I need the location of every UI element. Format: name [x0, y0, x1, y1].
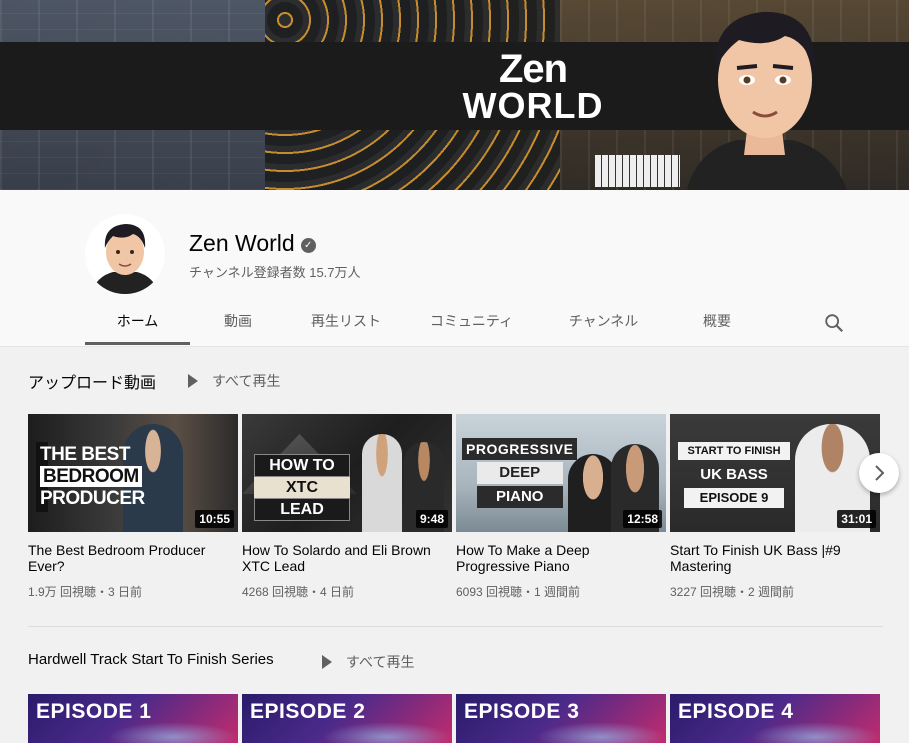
episode-thumbnail[interactable]: EPISODE 3 — [456, 694, 666, 743]
video-card[interactable]: PROGRESSIVE DEEP PIANO 12:58 How To Make… — [456, 414, 666, 600]
play-icon — [322, 655, 332, 669]
play-all-label: すべて再生 — [346, 654, 415, 670]
search-icon[interactable] — [823, 312, 845, 334]
video-duration: 9:48 — [415, 510, 448, 528]
video-thumbnail[interactable]: THE BEST BEDROOM PRODUCER 10:55 — [28, 414, 238, 532]
piano-keys-graphic — [595, 155, 680, 187]
video-meta: 6093 回視聴・1 週間前 — [456, 585, 581, 599]
channel-tabs: ホーム 動画 再生リスト コミュニティ チャンネル 概要 — [85, 298, 764, 346]
channel-name: Zen World ✓ — [189, 230, 316, 257]
channel-avatar[interactable] — [85, 214, 165, 294]
video-duration: 31:01 — [837, 510, 876, 528]
section-divider — [28, 626, 883, 627]
video-title[interactable]: How To Make a Deep Progressive Piano — [456, 542, 666, 574]
thumbnail-text: START TO FINISH UK BASS EPISODE 9 — [678, 442, 790, 508]
video-card[interactable]: HOW TO XTC LEAD 9:48 How To Solardo and … — [242, 414, 452, 600]
episode-label: EPISODE 2 — [250, 700, 366, 723]
channel-header: Zen World ✓ チャンネル登録者数 15.7万人 ホーム 動画 再生リスト… — [0, 190, 909, 346]
video-thumbnail[interactable]: PROGRESSIVE DEEP PIANO 12:58 — [456, 414, 666, 532]
video-meta: 4268 回視聴・4 日前 — [242, 585, 355, 599]
video-meta: 1.9万 回視聴・3 日前 — [28, 585, 143, 599]
video-title[interactable]: Start To Finish UK Bass |#9 Mastering — [670, 542, 880, 574]
thumbnail-glow — [536, 722, 666, 743]
video-meta: 3227 回視聴・2 週間前 — [670, 585, 795, 599]
tab-about[interactable]: 概要 — [670, 298, 764, 346]
video-card[interactable]: START TO FINISH UK BASS EPISODE 9 31:01 … — [670, 414, 880, 600]
play-all-label: すべて再生 — [212, 373, 281, 389]
avatar-illustration-icon — [90, 224, 160, 294]
series-shelf-title[interactable]: Hardwell Track Start To Finish Series — [28, 651, 274, 668]
thumbnail-glow — [750, 722, 880, 743]
thumbnail-text: HOW TO XTC LEAD — [254, 454, 350, 521]
tab-community[interactable]: コミュニティ — [406, 298, 537, 346]
episode-label: EPISODE 1 — [36, 700, 152, 723]
tab-channels[interactable]: チャンネル — [537, 298, 670, 346]
play-icon — [188, 374, 198, 388]
youtube-channel-page: Zen WORLD Zen World ✓ チャンネル登録者数 15.7万人 ホ… — [0, 0, 909, 743]
tab-playlists[interactable]: 再生リスト — [286, 298, 406, 346]
episode-thumbnail[interactable]: EPISODE 4 — [670, 694, 880, 743]
zen-world-logo: Zen WORLD — [462, 47, 604, 126]
tab-home[interactable]: ホーム — [85, 298, 190, 346]
thumbnail-text: PROGRESSIVE DEEP PIANO — [462, 438, 578, 508]
series-play-all-button[interactable]: すべて再生 — [322, 652, 414, 672]
video-thumbnail[interactable]: START TO FINISH UK BASS EPISODE 9 31:01 — [670, 414, 880, 532]
uploads-shelf-title[interactable]: アップロード動画 — [28, 369, 156, 393]
episode-thumbnail[interactable]: EPISODE 2 — [242, 694, 452, 743]
video-duration: 12:58 — [623, 510, 662, 528]
episode-label: EPISODE 3 — [464, 700, 580, 723]
subscriber-count: チャンネル登録者数 15.7万人 — [189, 265, 361, 280]
shelf-next-button[interactable] — [859, 453, 899, 493]
verified-check-icon: ✓ — [300, 238, 316, 253]
channel-name-text: Zen World — [189, 230, 295, 256]
video-title[interactable]: How To Solardo and Eli Brown XTC Lead — [242, 542, 452, 574]
episode-label: EPISODE 4 — [678, 700, 794, 723]
chevron-right-icon — [875, 465, 885, 481]
banner-cartoon-avatar — [687, 11, 847, 190]
video-duration: 10:55 — [195, 510, 234, 528]
thumbnail-glow — [108, 722, 238, 743]
thumbnail-glow — [322, 722, 452, 743]
video-card[interactable]: THE BEST BEDROOM PRODUCER 10:55 The Best… — [28, 414, 238, 600]
tab-videos[interactable]: 動画 — [190, 298, 286, 346]
artist-photo-1 — [362, 434, 402, 532]
video-thumbnail[interactable]: HOW TO XTC LEAD 9:48 — [242, 414, 452, 532]
episode-thumbnail[interactable]: EPISODE 1 — [28, 694, 238, 743]
video-title[interactable]: The Best Bedroom Producer Ever? — [28, 542, 238, 574]
thumbnail-text: THE BEST BEDROOM PRODUCER — [40, 444, 145, 509]
channel-banner: Zen WORLD — [0, 0, 909, 190]
uploads-play-all-button[interactable]: すべて再生 — [188, 371, 280, 391]
